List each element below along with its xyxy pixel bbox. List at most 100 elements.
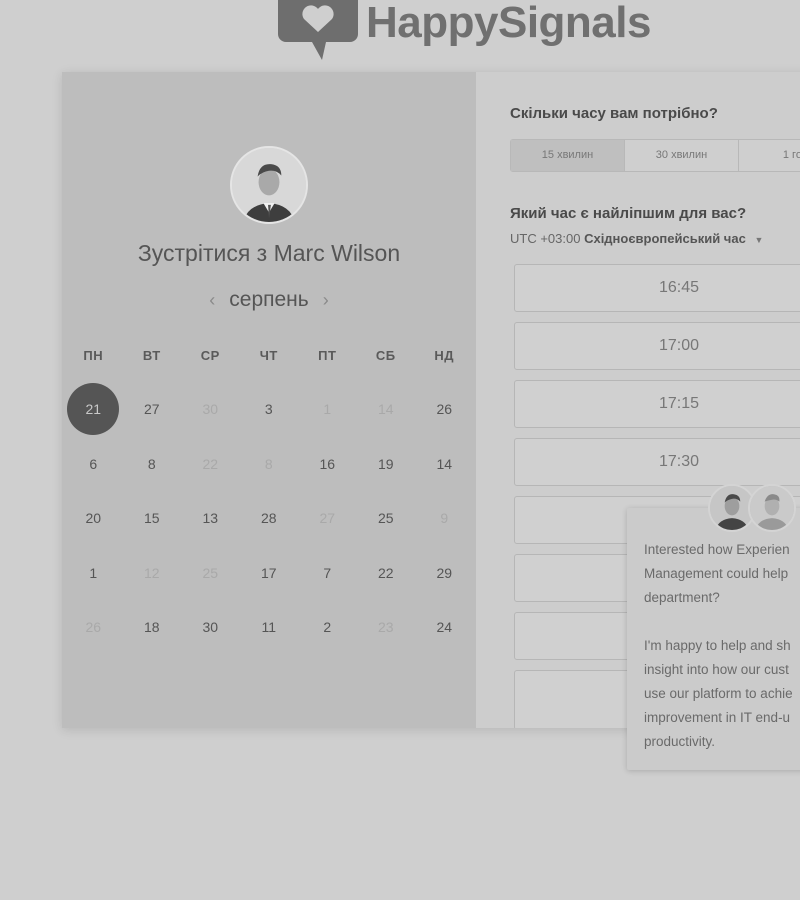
- brand-logo: HappySignals: [278, 0, 651, 60]
- calendar-day-number: 27: [319, 510, 336, 527]
- calendar-day[interactable]: 20: [64, 491, 123, 546]
- caret-down-icon: ▼: [754, 235, 764, 245]
- heart-speech-bubble-icon: [278, 0, 358, 60]
- calendar-day[interactable]: 11: [240, 600, 299, 655]
- calendar-day-number: 29: [436, 564, 453, 581]
- calendar-day-number: 11: [261, 619, 277, 636]
- calendar-day-number: 30: [202, 619, 219, 636]
- weekday-label: ПТ: [318, 348, 337, 363]
- calendar-day-number: 14: [436, 455, 453, 472]
- timezone-offset: UTC +03:00: [510, 231, 581, 246]
- chat-message: Interested how Experien Management could…: [644, 542, 793, 749]
- calendar-day[interactable]: 26: [415, 382, 474, 437]
- calendar-day: 25: [181, 546, 240, 601]
- meeting-title: Зустрітися з Marc Wilson: [137, 240, 401, 266]
- chat-agent-avatar[interactable]: [748, 484, 796, 532]
- duration-option-30[interactable]: 30 хвилин: [625, 140, 739, 171]
- time-slot[interactable]: 17:30: [514, 438, 800, 486]
- time-slot[interactable]: 16:45: [514, 264, 800, 312]
- calendar-day-number: 2: [323, 619, 332, 636]
- calendar-day[interactable]: 29: [415, 546, 474, 601]
- weekday-header: ПН ВТ СР ЧТ ПТ СБ НД: [64, 348, 474, 363]
- calendar-day[interactable]: 3: [240, 382, 299, 437]
- calendar-day-number: 18: [143, 619, 160, 636]
- calendar-day[interactable]: 30: [181, 600, 240, 655]
- duration-question: Скільки часу вам потрібно?: [510, 105, 718, 122]
- calendar-day[interactable]: 18: [123, 600, 182, 655]
- month-navigation: ‹ серпень ›: [62, 288, 476, 312]
- calendar-day[interactable]: 13: [181, 491, 240, 546]
- calendar-day-number: 28: [260, 510, 277, 527]
- calendar-day-number: 21: [85, 401, 102, 418]
- calendar-day-number: 6: [89, 455, 98, 472]
- calendar-day-number: 22: [377, 564, 394, 581]
- weekday-label: СБ: [375, 348, 396, 363]
- calendar-day: 30: [181, 382, 240, 437]
- calendar-day: 23: [357, 600, 416, 655]
- calendar-day-number: 8: [264, 455, 273, 472]
- next-month-button[interactable]: ›: [323, 290, 329, 311]
- calendar-day: 1: [298, 382, 357, 437]
- current-month: серпень: [229, 288, 309, 311]
- calendar-panel: Зустрітися з Marc Wilson ‹ серпень › ПН …: [62, 72, 476, 728]
- calendar-day[interactable]: 24: [415, 600, 474, 655]
- calendar-day[interactable]: 19: [357, 437, 416, 492]
- calendar-day[interactable]: 6: [64, 437, 123, 492]
- calendar-day-number: 27: [143, 401, 160, 418]
- chat-popup[interactable]: Interested how Experien Management could…: [627, 508, 800, 770]
- calendar-day: 26: [64, 600, 123, 655]
- calendar-day[interactable]: 27: [123, 382, 182, 437]
- calendar-day[interactable]: 7: [298, 546, 357, 601]
- calendar-day-number: 25: [377, 510, 394, 527]
- calendar-day[interactable]: 16: [298, 437, 357, 492]
- calendar-day[interactable]: 17: [240, 546, 299, 601]
- calendar-day-selected[interactable]: 21: [64, 382, 123, 437]
- calendar-day-number: 19: [377, 455, 394, 472]
- page: HappySignals Зустрітися з Marc Wilson ‹ …: [0, 0, 800, 900]
- calendar-day-number: 14: [377, 401, 394, 418]
- calendar-day-number: 12: [143, 564, 160, 581]
- calendar-day[interactable]: 25: [357, 491, 416, 546]
- host-avatar: [230, 146, 308, 224]
- duration-selector: 15 хвилин 30 хвилин 1 год: [510, 139, 800, 172]
- calendar-day-number: 20: [85, 510, 102, 527]
- calendar-day: 22: [181, 437, 240, 492]
- calendar-day-number: 9: [440, 510, 449, 527]
- prev-month-button[interactable]: ‹: [209, 290, 215, 311]
- calendar-day: 14: [357, 382, 416, 437]
- calendar-day-number: 15: [143, 510, 160, 527]
- calendar-day-number: 22: [202, 455, 219, 472]
- calendar-day[interactable]: 15: [123, 491, 182, 546]
- calendar-day-number: 24: [436, 619, 453, 636]
- calendar-day-number: 7: [323, 564, 332, 581]
- time-question: Який час є найліпшим для вас?: [510, 205, 747, 222]
- person-portrait-icon: [232, 148, 306, 222]
- time-slot[interactable]: 17:15: [514, 380, 800, 428]
- calendar-day-number: 26: [85, 619, 102, 636]
- calendar-day-number: 3: [264, 401, 273, 418]
- brand-name: HappySignals: [366, 0, 651, 47]
- duration-option-15[interactable]: 15 хвилин: [511, 140, 625, 171]
- calendar-day[interactable]: 8: [123, 437, 182, 492]
- calendar-day[interactable]: 2: [298, 600, 357, 655]
- timezone-name: Східноєвропейський час: [584, 231, 746, 246]
- calendar-day: 27: [298, 491, 357, 546]
- weekday-label: ВТ: [142, 348, 161, 363]
- calendar-day[interactable]: 1: [64, 546, 123, 601]
- weekday-label: ЧТ: [259, 348, 278, 363]
- calendar-day[interactable]: 28: [240, 491, 299, 546]
- time-slot[interactable]: 17:00: [514, 322, 800, 370]
- weekday-label: НД: [434, 348, 455, 363]
- calendar-day-number: 23: [377, 619, 394, 636]
- calendar-day: 9: [415, 491, 474, 546]
- calendar-day-number: 16: [319, 455, 336, 472]
- timezone-selector[interactable]: UTC +03:00 Східноєвропейський час ▼: [510, 231, 763, 246]
- person-portrait-icon: [750, 486, 794, 530]
- duration-option-60[interactable]: 1 год: [739, 140, 800, 171]
- weekday-label: ПН: [83, 348, 104, 363]
- calendar-day-number: 30: [202, 401, 219, 418]
- calendar-day-number: 1: [323, 401, 332, 418]
- calendar-day[interactable]: 22: [357, 546, 416, 601]
- calendar-day: 8: [240, 437, 299, 492]
- calendar-day[interactable]: 14: [415, 437, 474, 492]
